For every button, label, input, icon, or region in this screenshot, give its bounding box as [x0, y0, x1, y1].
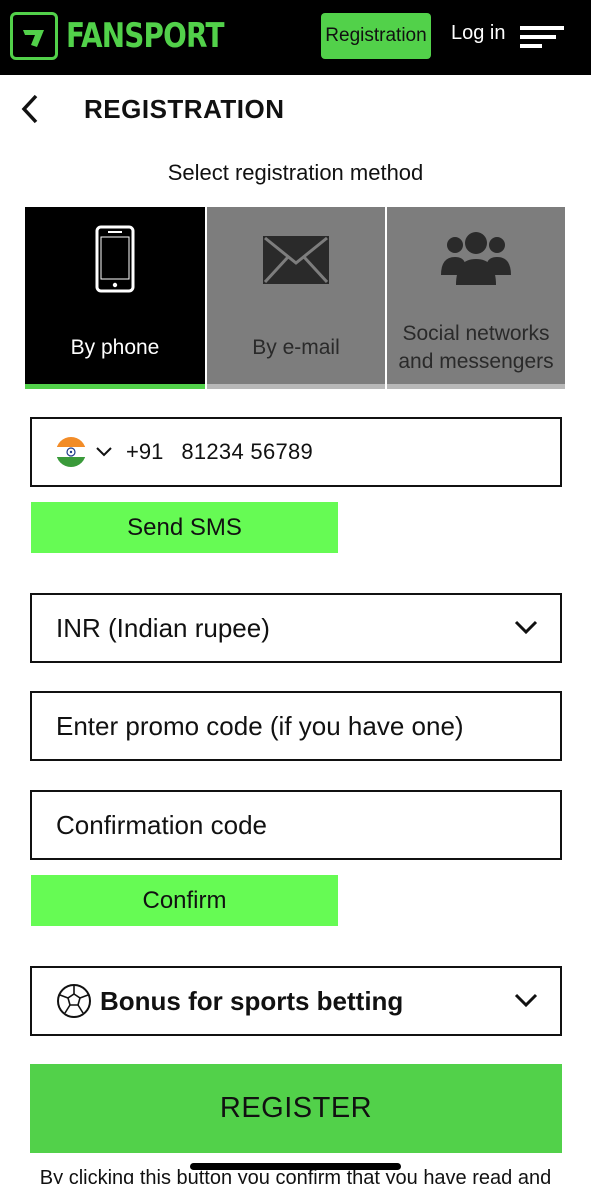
smartphone-icon	[95, 225, 135, 293]
promo-code-placeholder: Enter promo code (if you have one)	[56, 710, 464, 741]
tab-label-line1: Social networks	[402, 322, 550, 345]
tab-label: By e-mail	[252, 336, 340, 359]
currency-select[interactable]: INR (Indian rupee)	[30, 593, 562, 663]
india-flag-icon[interactable]	[56, 437, 86, 467]
dial-code: +91	[126, 439, 164, 464]
phone-number-input[interactable]: 81234 56789	[181, 439, 313, 465]
envelope-icon	[263, 236, 329, 284]
promo-code-input[interactable]: Enter promo code (if you have one)	[30, 691, 562, 761]
fansport-logo-icon	[10, 12, 58, 60]
send-sms-button[interactable]: Send SMS	[31, 502, 338, 553]
registration-method-tabs: By phone By e-mail Social networks and m…	[25, 207, 565, 389]
bonus-value: Bonus for sports betting	[100, 985, 404, 1016]
top-bar: FANSPORT Registration Log in	[0, 0, 591, 75]
registration-button[interactable]: Registration	[321, 13, 431, 59]
tab-underline	[25, 384, 205, 389]
tab-by-email[interactable]: By e-mail	[205, 207, 385, 389]
tab-label: By phone	[70, 336, 160, 359]
logo-text: FANSPORT	[66, 16, 224, 56]
tab-underline	[387, 384, 565, 389]
soccer-ball-icon	[57, 984, 91, 1018]
tab-by-phone[interactable]: By phone	[25, 207, 205, 389]
bonus-select[interactable]: Bonus for sports betting	[30, 966, 562, 1036]
currency-value: INR (Indian rupee)	[56, 612, 270, 643]
chevron-down-icon	[514, 620, 538, 635]
chevron-down-icon[interactable]	[96, 447, 112, 457]
login-link[interactable]: Log in	[451, 22, 506, 45]
confirm-button[interactable]: Confirm	[31, 875, 338, 926]
hamburger-menu-icon[interactable]	[520, 26, 564, 48]
tab-social-networks[interactable]: Social networks and messengers	[385, 207, 565, 389]
home-indicator	[190, 1163, 401, 1170]
tab-underline	[207, 384, 385, 389]
register-button[interactable]: REGISTER	[30, 1064, 562, 1153]
confirmation-code-input[interactable]: Confirmation code	[30, 790, 562, 860]
chevron-left-icon[interactable]	[18, 92, 46, 126]
tab-label-line2: and messengers	[398, 350, 554, 373]
phone-field[interactable]: +91 81234 56789	[30, 417, 562, 487]
chevron-down-icon	[514, 993, 538, 1008]
method-caption: Select registration method	[167, 160, 424, 185]
users-group-icon	[441, 232, 511, 285]
confirmation-code-placeholder: Confirmation code	[56, 809, 267, 840]
page-title: REGISTRATION	[84, 94, 285, 124]
logo[interactable]: FANSPORT	[10, 12, 258, 60]
